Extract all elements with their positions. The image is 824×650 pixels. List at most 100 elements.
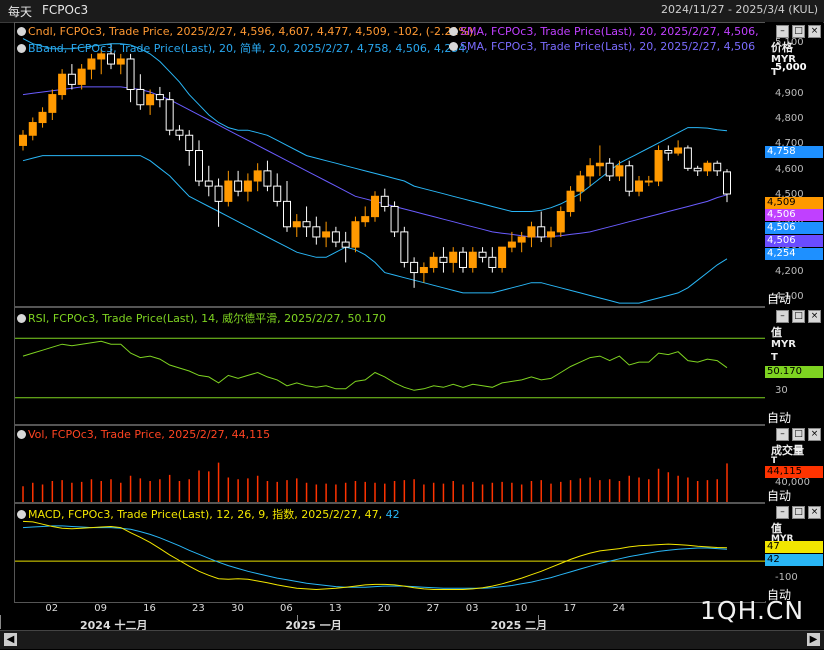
scrollbar[interactable]: ◀ ▶ <box>0 630 824 649</box>
signal-value-tag: 42 <box>765 554 823 566</box>
candle-body <box>283 200 291 228</box>
auto-scale-label[interactable]: 自动 <box>767 487 791 504</box>
rsi-currency-unit: MYR <box>771 339 796 350</box>
rsi-line <box>22 340 728 391</box>
candle-body <box>449 251 458 263</box>
chart-window: 每天 FCPOc3 2024/11/27 - 2025/3/4 (KUL) Cn… <box>0 0 824 650</box>
price-value-tag: 4,506 <box>765 235 823 247</box>
candle-body <box>576 175 585 192</box>
macd-legend[interactable]: MACD, FCPOc3, Trade Price(Last), 12, 26,… <box>17 506 400 522</box>
candle-legend[interactable]: Cndl, FCPOc3, Trade Price, 2025/2/27, 4,… <box>17 25 477 38</box>
close-icon[interactable]: × <box>808 506 821 519</box>
candle-body <box>556 211 565 233</box>
candle-body <box>214 185 223 202</box>
maximize-icon[interactable]: □ <box>792 310 805 323</box>
candle-body <box>664 150 673 154</box>
candle-body <box>468 251 477 268</box>
panel-buttons: – □ × <box>776 310 821 323</box>
scroll-left-icon[interactable]: ◀ <box>4 633 17 646</box>
vol-tonnage-unit: T <box>771 456 778 466</box>
candle-body <box>644 180 653 183</box>
minimize-icon[interactable]: – <box>776 428 789 441</box>
auto-scale-label[interactable]: 自动 <box>767 290 791 307</box>
date-tick: 13 <box>328 603 342 614</box>
candle-body <box>312 226 321 238</box>
price-panel[interactable]: Cndl, FCPOc3, Trade Price, 2025/2/27, 4,… <box>14 22 766 307</box>
candle-body <box>713 162 722 172</box>
sma2-legend[interactable]: SMA, FCPOc3, Trade Price(Last), 20, 2025… <box>449 40 755 53</box>
maximize-icon[interactable]: □ <box>792 506 805 519</box>
legend-dot-icon <box>17 510 26 519</box>
candle-body <box>322 231 331 238</box>
legend-dot-icon <box>17 44 26 53</box>
price-tick: 4,600 <box>775 163 804 175</box>
macd-legend-text: MACD, FCPOc3, Trade Price(Last), 12, 26,… <box>28 508 386 521</box>
price-axis[interactable]: – □ × 价格 MYR T 5,100 5,000 4,900 4,800 4,700… <box>765 22 823 307</box>
candle-body <box>459 251 467 268</box>
date-tick: 02 <box>45 603 59 614</box>
legend-dot-icon <box>17 27 26 36</box>
maximize-icon[interactable]: □ <box>792 428 805 441</box>
price-chart[interactable] <box>15 23 765 306</box>
date-tick: 30 <box>231 603 244 614</box>
macd-tick: -100 <box>775 572 798 583</box>
rsi-panel[interactable]: RSI, FCPOc3, Trade Price(Last), 14, 威尔德平… <box>14 307 766 425</box>
rsi-legend[interactable]: RSI, FCPOc3, Trade Price(Last), 14, 威尔德平… <box>17 310 386 326</box>
macd-panel[interactable]: MACD, FCPOc3, Trade Price(Last), 12, 26,… <box>14 503 766 603</box>
candle-body <box>292 221 301 228</box>
symbol-label[interactable]: FCPOc3 <box>42 3 88 17</box>
rsi-axis[interactable]: – □ × 值 MYR T 50.170 30 自动 <box>765 307 823 425</box>
candle-body <box>517 236 526 243</box>
candle-body <box>126 58 135 90</box>
close-icon[interactable]: × <box>808 310 821 323</box>
bband-legend[interactable]: BBand, FCPOc3, Trade Price(Last), 20, 简单… <box>17 40 469 56</box>
date-tick: 27 <box>426 603 440 614</box>
candle-body <box>19 134 27 146</box>
candle-body <box>537 226 546 238</box>
close-icon[interactable]: × <box>808 428 821 441</box>
candle-body <box>361 216 370 223</box>
candle-body <box>703 162 712 172</box>
scroll-right-icon[interactable]: ▶ <box>807 633 820 646</box>
legend-dot-icon <box>449 27 458 36</box>
candle-body <box>185 134 194 152</box>
price-value-tag: 4,509 <box>765 197 823 209</box>
candle-body <box>419 266 428 274</box>
candle-body <box>410 261 419 274</box>
sma1-legend[interactable]: SMA, FCPOc3, Trade Price(Last), 20, 2025… <box>449 25 759 38</box>
signal-line <box>22 525 728 589</box>
month-separator <box>538 615 539 629</box>
minimize-icon[interactable]: – <box>776 506 789 519</box>
candle-body <box>195 150 203 182</box>
candle-legend-text: Cndl, FCPOc3, Trade Price, 2025/2/27, 4,… <box>28 25 477 38</box>
price-tick: 4,900 <box>775 87 804 99</box>
candle-body <box>87 58 96 70</box>
auto-scale-label[interactable]: 自动 <box>767 409 791 426</box>
date-tick: 09 <box>94 603 107 614</box>
date-tick: 03 <box>465 603 479 614</box>
candle-body <box>341 241 350 248</box>
date-tick: 06 <box>280 603 293 614</box>
minimize-icon[interactable]: – <box>776 310 789 323</box>
candle-body <box>48 94 57 113</box>
candle-body <box>77 68 86 85</box>
rsi-tick: 30 <box>775 385 788 396</box>
candle-body <box>204 180 213 187</box>
candle-body <box>38 111 47 124</box>
candle-body <box>478 251 487 258</box>
candle-body <box>331 231 340 243</box>
macd-axis[interactable]: – □ × 值 MYR 47 42 -100 自动 <box>765 503 823 602</box>
sma1-legend-text: SMA, FCPOc3, Trade Price(Last), 20, 2025… <box>460 25 759 38</box>
volume-axis[interactable]: – □ × 成交量 T 44,115 40,000 自动 <box>765 425 823 503</box>
bband-legend-text: BBand, FCPOc3, Trade Price(Last), 20, 简单… <box>28 42 469 55</box>
price-tick: 5,100 <box>775 36 804 48</box>
candle-body <box>488 256 497 268</box>
vol-legend[interactable]: Vol, FCPOc3, Trade Price, 2025/2/27, 44,… <box>17 428 270 441</box>
volume-panel[interactable]: Vol, FCPOc3, Trade Price, 2025/2/27, 44,… <box>14 425 766 503</box>
candle-body <box>683 147 692 169</box>
close-icon[interactable]: × <box>808 25 821 38</box>
rsi-tonnage-unit: T <box>771 352 778 363</box>
candle-body <box>175 129 184 136</box>
rsi-legend-text: RSI, FCPOc3, Trade Price(Last), 14, 威尔德平… <box>28 312 387 325</box>
candle-body <box>527 226 536 238</box>
